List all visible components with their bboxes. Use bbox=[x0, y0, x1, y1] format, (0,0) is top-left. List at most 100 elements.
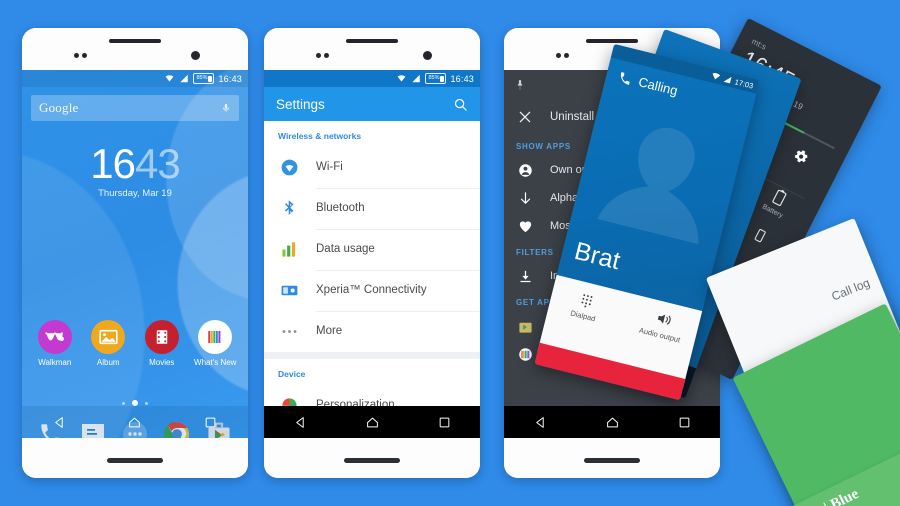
section-header-wireless: Wireless & networks bbox=[278, 131, 362, 141]
phone-bezel-bottom bbox=[504, 438, 720, 478]
phone-bezel-bottom bbox=[22, 438, 248, 478]
recents-icon[interactable] bbox=[678, 416, 691, 429]
home-bar bbox=[344, 458, 400, 463]
settings-row-more[interactable]: More bbox=[264, 311, 480, 353]
settings-row-label: Bluetooth bbox=[316, 188, 480, 230]
download-icon bbox=[516, 267, 534, 285]
page-dot[interactable] bbox=[122, 401, 125, 405]
section-header-device: Device bbox=[278, 369, 306, 379]
whats-new-icon bbox=[516, 345, 534, 363]
home-bar bbox=[107, 458, 163, 463]
app-icon-walkman[interactable]: Walkman bbox=[32, 320, 78, 367]
status-bar: 85% 16:43 bbox=[22, 70, 248, 87]
home-icon[interactable] bbox=[128, 416, 141, 429]
battery-icon: 85% bbox=[193, 73, 215, 84]
data-usage-icon bbox=[278, 239, 300, 261]
heart-icon bbox=[516, 217, 534, 235]
home-app-grid: Walkman Album Movies What's New bbox=[22, 320, 248, 367]
phone-settings-screen: 85% 16:43 Settings Wireless & networks W… bbox=[264, 28, 480, 478]
app-label: What's New bbox=[194, 358, 237, 367]
earpiece-speaker bbox=[346, 39, 398, 43]
album-icon bbox=[91, 320, 126, 354]
arrow-down-icon bbox=[516, 189, 534, 207]
clock-hour: 16 bbox=[90, 140, 136, 187]
phone-bezel-top bbox=[264, 28, 480, 70]
navigation-bar bbox=[264, 406, 480, 438]
home-icon[interactable] bbox=[606, 416, 619, 429]
battery-level: 85% bbox=[428, 75, 440, 81]
app-icon-movies[interactable]: Movies bbox=[139, 320, 185, 367]
call-action-audio-output[interactable]: Audio output bbox=[632, 305, 691, 346]
xperia-connectivity-icon bbox=[278, 280, 300, 302]
call-state-label: Calling bbox=[637, 74, 680, 99]
recents-icon[interactable] bbox=[204, 416, 217, 429]
settings-row-wifi[interactable]: Wi-Fi bbox=[264, 147, 480, 189]
bluetooth-icon bbox=[278, 198, 300, 220]
phone-bezel-top bbox=[22, 28, 248, 70]
phone-icon bbox=[621, 71, 630, 85]
google-search-widget[interactable]: Google bbox=[31, 95, 239, 121]
light-sensor bbox=[564, 53, 569, 58]
settings-row-label: Xperia™ Connectivity bbox=[316, 270, 480, 312]
phone-bezel-bottom bbox=[264, 438, 480, 478]
drawer-row-label: Uninstall bbox=[550, 111, 595, 123]
status-time: 16:43 bbox=[450, 73, 474, 84]
app-label: Walkman bbox=[38, 358, 72, 367]
close-icon bbox=[516, 108, 534, 126]
more-icon bbox=[278, 321, 300, 343]
settings-row-xperia-connectivity[interactable]: Xperia™ Connectivity bbox=[264, 270, 480, 312]
microphone-icon[interactable] bbox=[221, 101, 231, 115]
google-search-label: Google bbox=[39, 100, 79, 115]
settings-row-label: Data usage bbox=[316, 229, 480, 271]
signal-icon bbox=[180, 74, 189, 83]
clock-minute: 43 bbox=[135, 140, 181, 187]
pin-icon[interactable] bbox=[514, 79, 526, 91]
wifi-icon bbox=[398, 75, 406, 82]
page-dot[interactable] bbox=[145, 401, 148, 405]
clock-widget: 1643 Thursday, Mar 19 bbox=[22, 140, 248, 200]
navigation-bar bbox=[504, 406, 720, 438]
settings-row-data-usage[interactable]: Data usage bbox=[264, 229, 480, 271]
earpiece-speaker bbox=[109, 39, 161, 43]
settings-row-label: More bbox=[316, 311, 480, 353]
proximity-sensor bbox=[556, 53, 561, 58]
phone-home-screen: 85% 16:43 Google 1643 Thursday, Mar 19 W… bbox=[22, 28, 248, 478]
status-bar: 85% 16:43 bbox=[264, 70, 480, 87]
front-camera bbox=[423, 51, 432, 60]
settings-app-bar: Settings bbox=[264, 87, 480, 121]
wifi-icon bbox=[166, 75, 174, 82]
battery-icon: 85% bbox=[425, 73, 447, 84]
settings-row-bluetooth[interactable]: Bluetooth bbox=[264, 188, 480, 230]
status-time: 16:43 bbox=[218, 73, 242, 84]
home-icon[interactable] bbox=[366, 416, 379, 429]
signal-icon bbox=[723, 76, 732, 84]
call-log-label: Call log bbox=[829, 275, 872, 304]
wifi-settings-icon bbox=[278, 157, 300, 179]
home-screen-display: 85% 16:43 Google 1643 Thursday, Mar 19 W… bbox=[22, 70, 248, 438]
recents-icon[interactable] bbox=[438, 416, 451, 429]
battery-level: 85% bbox=[196, 75, 208, 81]
proximity-sensor bbox=[74, 53, 79, 58]
back-icon[interactable] bbox=[53, 416, 66, 429]
app-icon-album[interactable]: Album bbox=[85, 320, 131, 367]
wifi-icon bbox=[712, 73, 721, 80]
play-store-icon bbox=[516, 317, 534, 335]
back-icon[interactable] bbox=[534, 416, 547, 429]
earpiece-speaker bbox=[586, 39, 638, 43]
screenshot-stage: 85% 16:43 Google 1643 Thursday, Mar 19 W… bbox=[0, 0, 900, 506]
back-icon[interactable] bbox=[294, 416, 307, 429]
settings-display: 85% 16:43 Settings Wireless & networks W… bbox=[264, 70, 480, 438]
light-sensor bbox=[324, 53, 329, 58]
whats-new-icon bbox=[198, 320, 233, 354]
app-icon-whats-new[interactable]: What's New bbox=[192, 320, 238, 367]
navigation-bar bbox=[22, 406, 248, 438]
settings-row-label: Wi-Fi bbox=[316, 147, 480, 189]
front-camera bbox=[191, 51, 200, 60]
section-divider bbox=[264, 352, 480, 359]
app-label: Album bbox=[96, 358, 120, 367]
app-label: Movies bbox=[149, 358, 175, 367]
page-title: Settings bbox=[276, 96, 325, 112]
search-icon[interactable] bbox=[453, 97, 468, 112]
call-action-dialpad[interactable]: Dialpad bbox=[556, 286, 615, 327]
light-sensor bbox=[82, 53, 87, 58]
